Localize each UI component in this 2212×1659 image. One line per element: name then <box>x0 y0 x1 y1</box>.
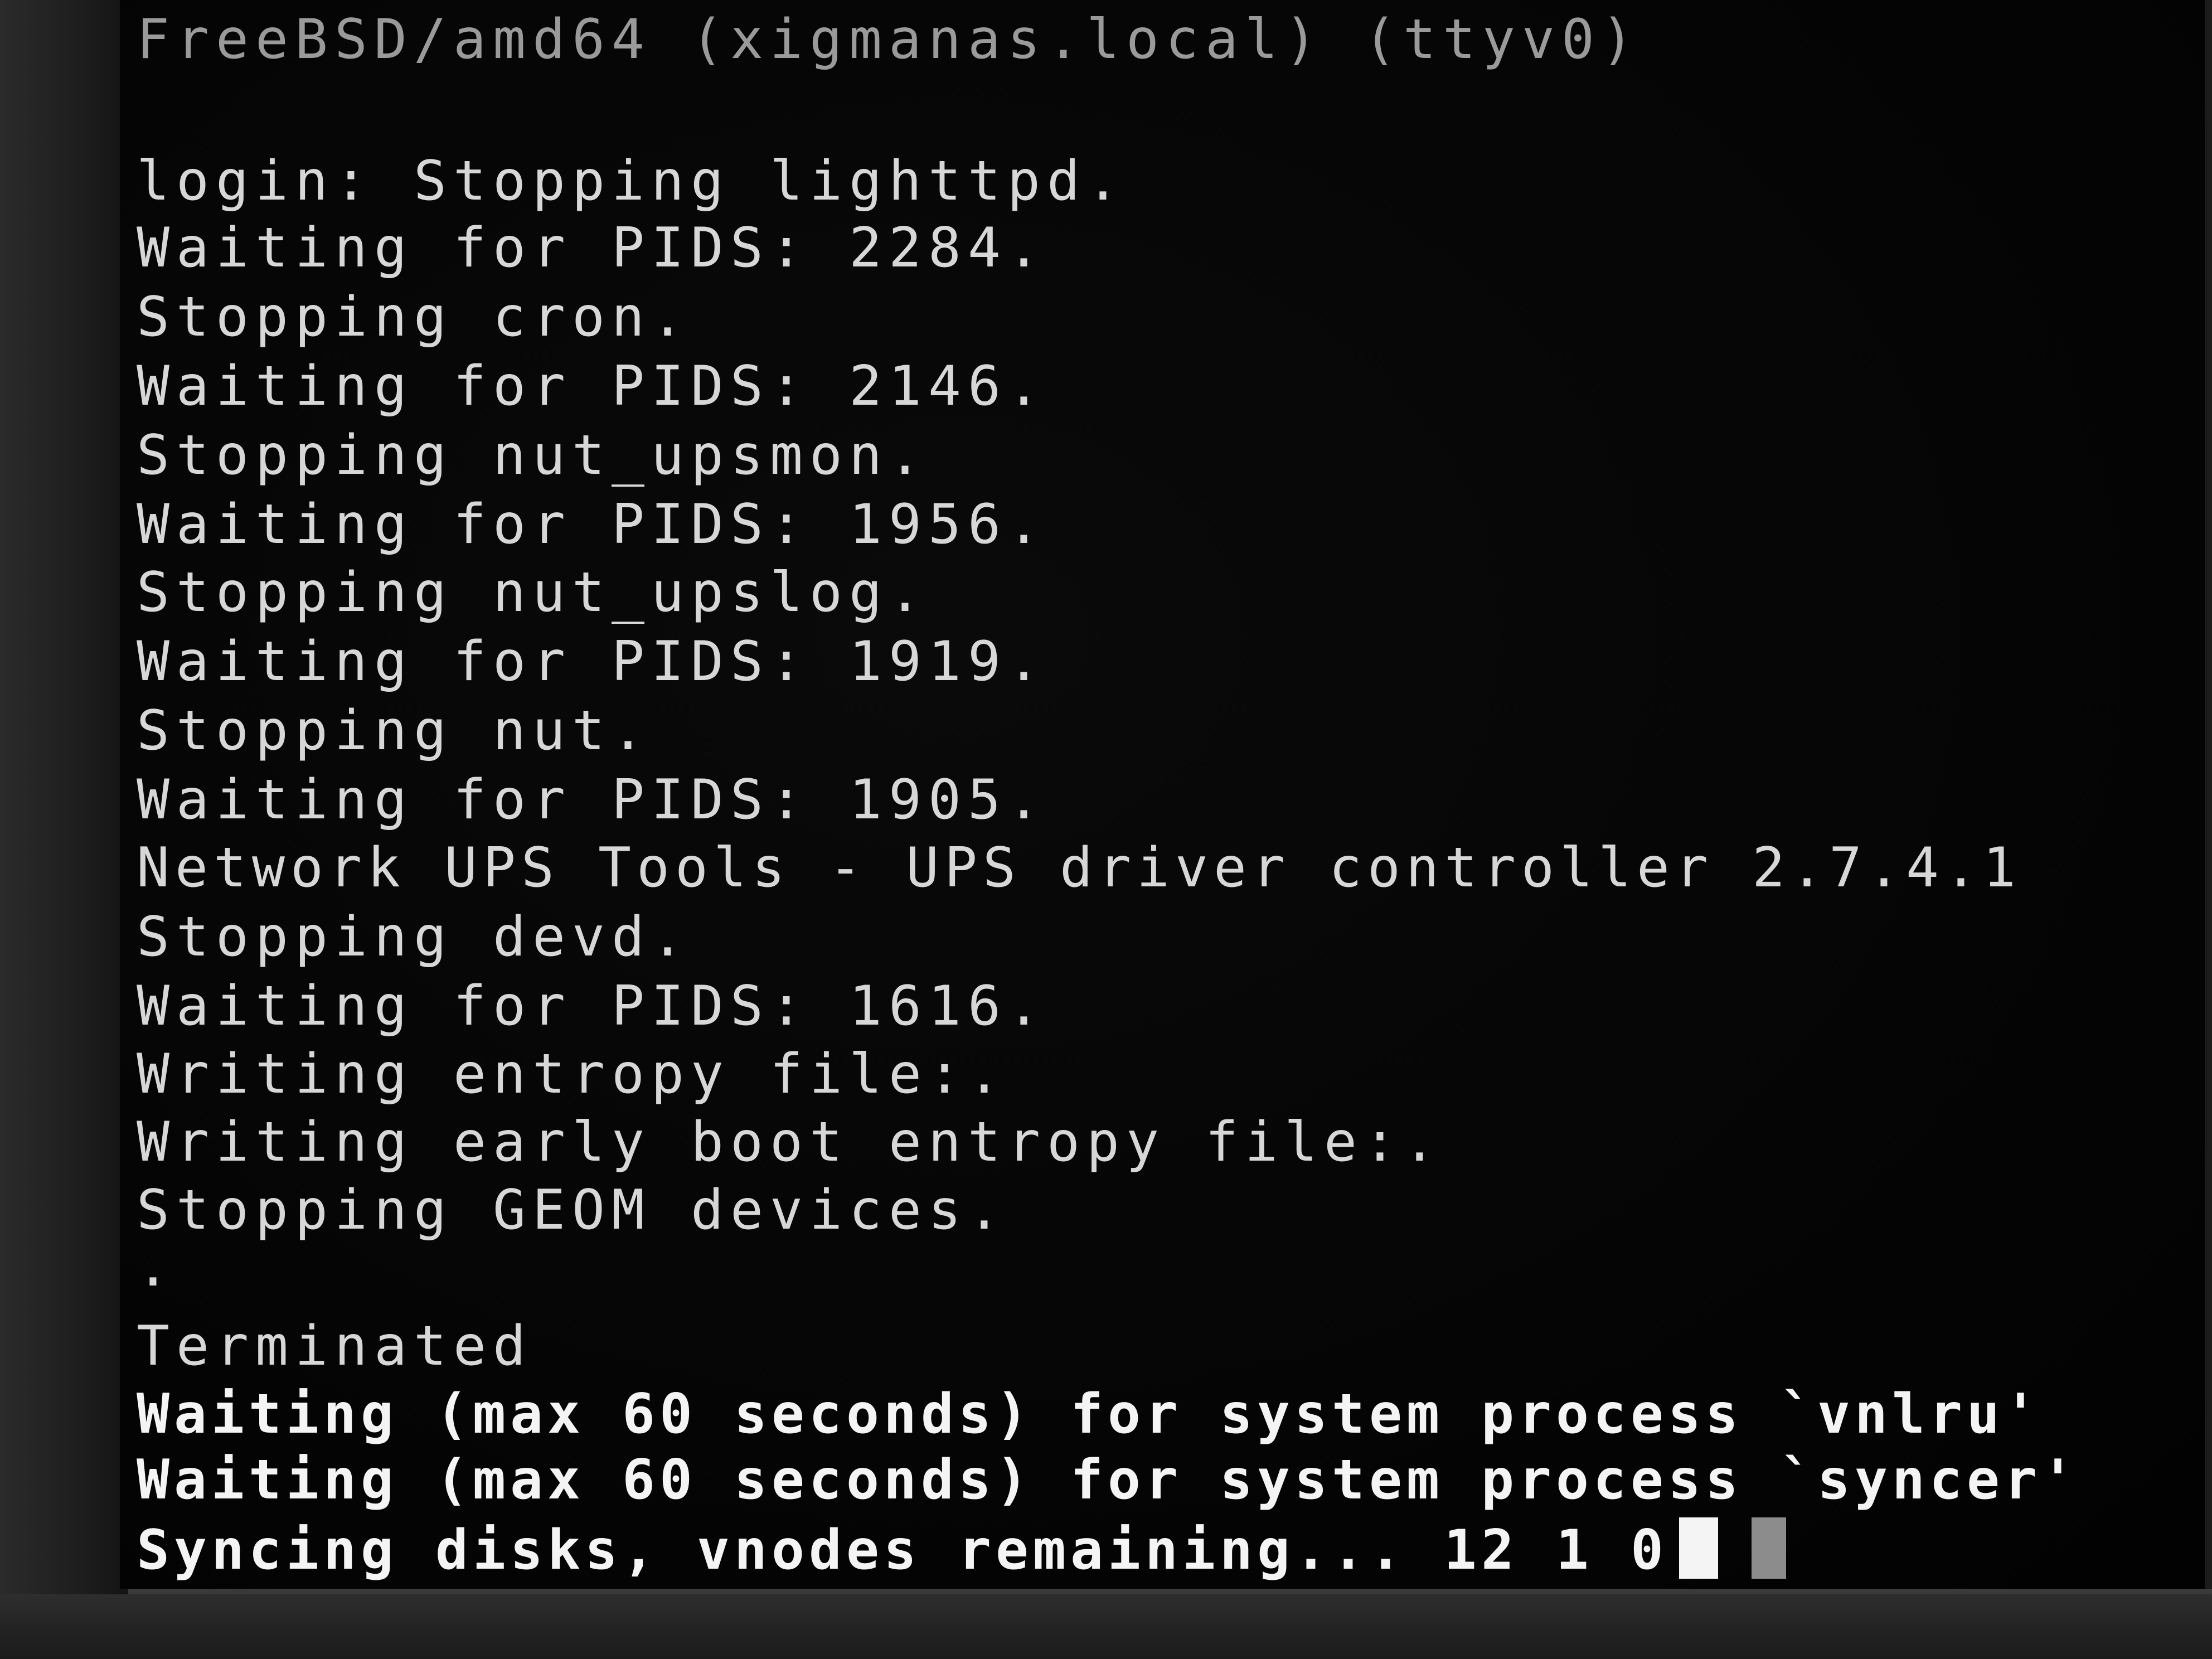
cursor-block <box>1679 1517 1719 1579</box>
console-line: Stopping cron. <box>137 285 691 349</box>
bezel-edge <box>128 1589 2212 1594</box>
console-line: Stopping nut_upslog. <box>137 561 929 624</box>
console-line: Waiting for PIDS: 2284. <box>137 216 1047 280</box>
console-line: Network UPS Tools - UPS driver controlle… <box>137 836 2022 900</box>
console-line: Waiting for PIDS: 2146. <box>137 355 1047 418</box>
system-console: FreeBSD/amd64 (xigmanas.local) (ttyv0) l… <box>120 0 2205 1589</box>
console-line: Stopping GEOM devices. <box>137 1178 1008 1242</box>
sync-status-text: Syncing disks, vnodes remaining... 12 1 … <box>137 1519 1668 1582</box>
monitor-bezel <box>0 1594 2212 1659</box>
monitor-frame: FreeBSD/amd64 (xigmanas.local) (ttyv0) l… <box>0 0 2212 1659</box>
console-line: Waiting for PIDS: 1956. <box>137 493 1047 556</box>
kernel-message: Waiting (max 60 seconds) for system proc… <box>137 1382 2042 1446</box>
console-line: Waiting for PIDS: 1905. <box>137 768 1047 832</box>
console-line: . <box>137 1235 177 1299</box>
console-line: Writing early boot entropy file:. <box>137 1110 1443 1174</box>
kernel-message: Waiting (max 60 seconds) for system proc… <box>137 1448 2079 1512</box>
console-line: Stopping devd. <box>137 905 691 969</box>
kernel-sync-line: Syncing disks, vnodes remaining... 12 1 … <box>137 1517 1787 1582</box>
console-line: Waiting for PIDS: 1919. <box>137 630 1047 693</box>
console-line: login: Stopping lighttpd. <box>137 149 1127 213</box>
console-screen: FreeBSD/amd64 (xigmanas.local) (ttyv0) l… <box>120 0 2205 1589</box>
console-line: Writing entropy file:. <box>137 1042 1008 1106</box>
console-line: Stopping nut. <box>137 699 652 763</box>
console-line: Terminated <box>137 1314 533 1378</box>
cursor-ghost-block <box>1752 1517 1787 1579</box>
console-line: Waiting for PIDS: 1616. <box>137 974 1047 1038</box>
console-line: Stopping nut_upsmon. <box>137 424 929 487</box>
console-header: FreeBSD/amd64 (xigmanas.local) (ttyv0) <box>137 8 1641 71</box>
